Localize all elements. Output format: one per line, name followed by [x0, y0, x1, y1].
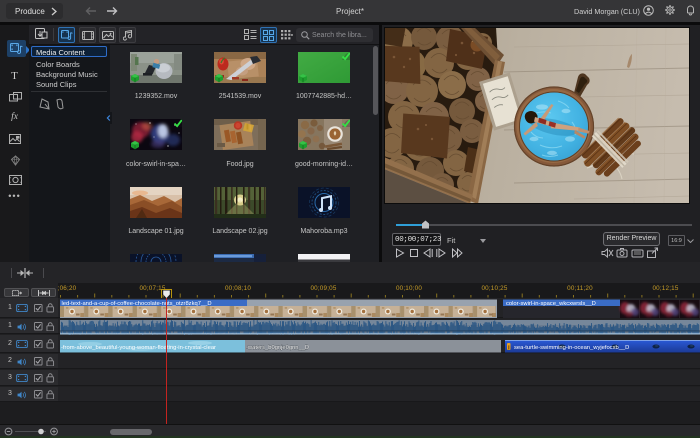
- svg-text:sea-turtle-swimming-in-ocean_w: sea-turtle-swimming-in-ocean_wyjefocxb__…: [514, 345, 629, 351]
- svg-text:-waters_b0gnje0gnn__D: -waters_b0gnje0gnn__D: [246, 345, 309, 351]
- svg-text:led-text-and-a-cup-of-coffee-c: led-text-and-a-cup-of-coffee-chocolate-n…: [62, 301, 212, 307]
- svg-text:-from-above_beautiful-young-wo: -from-above_beautiful-young-woman-floati…: [61, 345, 216, 351]
- svg-text:color-swirl-in-space_wkcxwrsls: color-swirl-in-space_wkcxwrsls__D: [506, 301, 596, 307]
